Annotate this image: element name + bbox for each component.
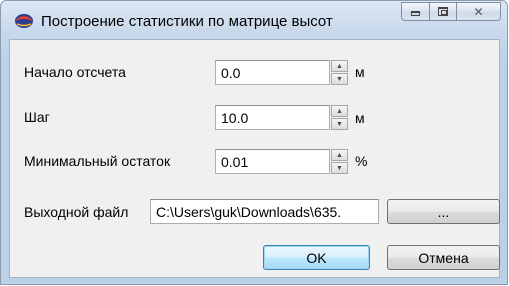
cancel-button[interactable]: Отмена [387,245,500,270]
origin-spinner[interactable]: ▲ ▼ [331,60,348,85]
browse-button[interactable]: ... [387,199,500,224]
spin-up-icon[interactable]: ▲ [331,105,348,117]
spin-up-icon[interactable]: ▲ [331,60,348,72]
spin-down-icon[interactable]: ▼ [331,118,348,130]
maximize-button[interactable] [429,2,456,21]
dialog-body: Начало отсчета 0.0 ▲ ▼ м Шаг 10.0 ▲ ▼ м … [9,39,500,278]
caption-buttons: ✕ [401,2,501,22]
close-icon: ✕ [473,4,484,19]
spin-up-icon[interactable]: ▲ [331,149,348,161]
dialog-window: Построение статистики по матрице высот ✕… [0,0,508,285]
app-icon [15,14,33,28]
min-remainder-unit: % [355,153,368,169]
output-file-label: Выходной файл [24,204,129,220]
step-label: Шаг [24,109,50,125]
min-remainder-label: Минимальный остаток [24,153,171,169]
spin-down-icon[interactable]: ▼ [331,73,348,85]
min-remainder-input[interactable]: 0.01 [215,149,330,174]
step-input[interactable]: 10.0 [215,105,330,130]
spin-down-icon[interactable]: ▼ [331,162,348,174]
window-title: Построение статистики по матрице высот [41,13,333,30]
min-remainder-spinner[interactable]: ▲ ▼ [331,149,348,174]
ok-button[interactable]: OK [263,245,370,270]
step-unit: м [355,110,365,126]
step-spinner[interactable]: ▲ ▼ [331,105,348,130]
origin-unit: м [355,64,365,80]
title-bar[interactable]: Построение статистики по матрице высот ✕ [1,1,507,41]
minimize-icon [411,11,420,16]
origin-label: Начало отсчета [24,64,126,80]
close-button[interactable]: ✕ [456,2,501,21]
output-file-input[interactable]: C:\Users\guk\Downloads\635. [150,199,379,224]
origin-input[interactable]: 0.0 [215,60,330,85]
minimize-button[interactable] [401,2,429,21]
maximize-icon [438,7,448,16]
